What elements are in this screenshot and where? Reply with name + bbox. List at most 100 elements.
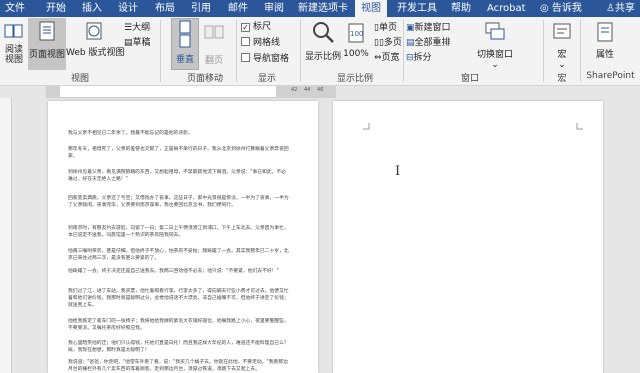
properties-button[interactable]: 属性	[590, 20, 620, 60]
tab-developer[interactable]: 开发工具	[397, 0, 437, 17]
ribbon-view: 阅读视图 页面视图 Web 版式视图 ☰大纲 ▤草稿 视图 垂直 翻页 页面移动	[0, 17, 640, 86]
checkbox-icon	[241, 53, 250, 62]
arrange-all-label: 全部重排	[414, 38, 451, 48]
lightbulb-icon: ◎	[540, 3, 549, 14]
side-to-side-label: 翻页	[204, 56, 223, 66]
split-button[interactable]: ⊟拆分	[406, 50, 432, 63]
document-paragraph: 我心里暗笑他的迂；他们只认得钱，托他们直是白托！而且我这样大年纪的人，难道还不能…	[68, 341, 289, 353]
tab-review[interactable]: 审阅	[264, 0, 284, 17]
nav-pane-checkbox[interactable]: 导航窗格	[241, 53, 289, 65]
ruler-checkbox[interactable]: ✓ 标尺	[241, 21, 271, 33]
zoom-100-button[interactable]: 100 100%	[342, 20, 370, 59]
new-window-label: 新建窗口	[414, 23, 451, 33]
new-window-icon: ▣	[406, 23, 415, 33]
tab-home[interactable]: 开始	[46, 0, 66, 17]
gridlines-checkbox[interactable]: 网格线	[241, 37, 280, 49]
views-group-label: 视图	[70, 74, 89, 84]
zoom-group-label: 显示比例	[336, 74, 373, 84]
macros-button[interactable]: 宏 ⌄	[548, 20, 576, 70]
document-page-2[interactable]	[333, 101, 603, 373]
print-layout-label: 页面视图	[28, 50, 65, 60]
document-paragraph: 我们过了江，进了车站。我买票，他忙着照看行李。行李太多了，得向脚夫行些小费才可过…	[68, 289, 289, 308]
checkbox-icon	[241, 37, 250, 46]
document-page-1[interactable]: 我与父亲不相见已二年余了，我最不能忘记的是他的背影。 那年冬天，祖母死了，父亲的…	[48, 101, 318, 373]
new-window-button[interactable]: ▣新建窗口	[406, 20, 451, 33]
checkmark-icon: ✓	[241, 23, 250, 32]
text-cursor-icon: I	[395, 164, 401, 179]
properties-icon	[597, 22, 613, 42]
multiple-pages-button[interactable]: ▯▯多页	[374, 35, 402, 48]
tab-file[interactable]: 文件	[5, 0, 25, 17]
read-mode-button[interactable]: 阅读视图	[2, 20, 26, 65]
vertical-pages-icon	[179, 20, 191, 48]
chevron-down-icon: ⌄	[558, 60, 566, 70]
page-width-label: 页宽	[381, 53, 400, 63]
draft-label: 草稿	[132, 38, 151, 48]
vertical-ruler[interactable]	[0, 98, 12, 373]
read-mode-label: 阅读视图	[4, 45, 23, 65]
magnifier-icon	[313, 22, 334, 43]
ruler-number: 46	[317, 87, 324, 93]
multiple-pages-label: 多页	[383, 38, 402, 48]
outline-label: 大纲	[132, 23, 151, 33]
hundred-icon: 100	[348, 23, 364, 43]
draft-button[interactable]: ▤草稿	[124, 35, 151, 48]
one-page-label: 单页	[378, 23, 397, 33]
side-pages-icon	[204, 25, 224, 39]
switch-windows-button[interactable]: 切换窗口 ⌄	[470, 20, 520, 70]
page-icon	[39, 21, 55, 41]
document-paragraph: 到南京时，有朋友约去游逛，勾留了一日；第二日上午便须渡江到浦口，下午上车北去。父…	[68, 226, 289, 238]
ribbon-tab-bar: 文件 开始 插入 设计 布局 引用 邮件 审阅 新建选项卡 视图 开发工具 帮助…	[0, 0, 640, 17]
document-paragraph: 我说道："爸爸，你走吧。"他望车外看了看，说："我买几个橘子去。你就在此地，不要…	[68, 360, 288, 372]
zoom-button[interactable]: 显示比例	[304, 20, 342, 62]
vertical-button[interactable]: 垂直	[171, 18, 199, 70]
tab-layout[interactable]: 布局	[155, 0, 175, 17]
pages-icon: ▯▯	[374, 38, 384, 48]
page-width-button[interactable]: ⇔页宽	[374, 50, 400, 63]
share-button[interactable]: ♙共享	[606, 0, 635, 17]
nav-pane-label: 导航窗格	[253, 54, 290, 64]
separator	[236, 20, 237, 82]
arrange-icon: ▤	[406, 38, 415, 48]
arrange-all-button[interactable]: ▤全部重排	[406, 35, 451, 48]
tell-me-box[interactable]: ◎ 告诉我	[540, 0, 582, 17]
page-movement-group-label: 页面移动	[186, 74, 223, 84]
document-paragraph: 他给我拣定了靠车门的一张椅子；我将他给我做的紫毛大衣铺好座位。他嘱我路上小心，夜…	[68, 319, 289, 331]
tab-help[interactable]: 帮助	[451, 0, 471, 17]
ruler-number: 42	[291, 87, 298, 93]
separator	[543, 20, 544, 82]
split-icon: ⊟	[406, 53, 414, 63]
macros-label: 宏	[557, 50, 567, 60]
side-to-side-button[interactable]: 翻页	[202, 20, 226, 66]
tab-design[interactable]: 设计	[118, 0, 138, 17]
tab-insert[interactable]: 插入	[82, 0, 102, 17]
horizontal-ruler[interactable]: 42 44 46	[46, 86, 640, 98]
one-page-button[interactable]: ▯单页	[374, 20, 397, 33]
separator	[300, 20, 301, 82]
macros-group-label: 宏	[557, 74, 567, 84]
tab-view[interactable]: 视图	[355, 0, 387, 17]
page-width-icon: ⇔	[374, 53, 382, 63]
zoom-label: 显示比例	[304, 52, 341, 62]
print-layout-button[interactable]: 页面视图	[28, 18, 66, 70]
sharepoint-group-label: SharePoint	[586, 71, 635, 81]
separator	[580, 20, 581, 82]
vertical-label: 垂直	[175, 55, 194, 65]
window-group-label: 窗口	[460, 74, 479, 84]
tell-me-label: 告诉我	[551, 3, 582, 14]
word-window: 文件 开始 插入 设计 布局 引用 邮件 审阅 新建选项卡 视图 开发工具 帮助…	[0, 0, 640, 373]
tab-acrobat[interactable]: Acrobat	[487, 0, 526, 17]
book-icon	[4, 24, 23, 38]
zoom-100-label: 100%	[343, 49, 369, 59]
separator	[160, 20, 161, 82]
switch-windows-label: 切换窗口	[476, 50, 513, 60]
split-label: 拆分	[413, 53, 432, 63]
document-paragraph: 他再三嘱咐茶房，甚是仔细。但他终于不放心，怕茶房不妥帖；颇踌躇了一会。其实我那年…	[68, 249, 289, 261]
tab-references[interactable]: 引用	[191, 0, 211, 17]
windows-icon	[485, 22, 505, 40]
tab-new-tab[interactable]: 新建选项卡	[298, 0, 348, 17]
tab-mailings[interactable]: 邮件	[228, 0, 248, 17]
outline-button[interactable]: ☰大纲	[124, 20, 150, 33]
web-layout-button[interactable]: Web 版式视图	[66, 20, 124, 58]
ruler-label: 标尺	[253, 22, 272, 32]
